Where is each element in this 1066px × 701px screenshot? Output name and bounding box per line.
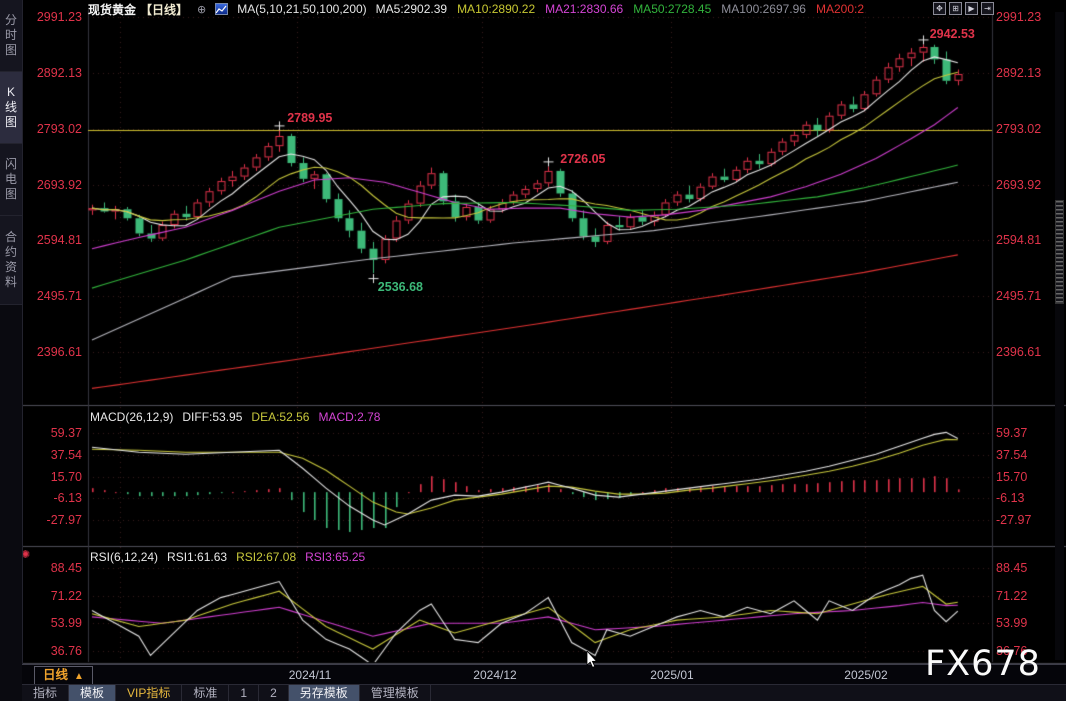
rsi-header: RSI(6,12,24) RSI1:61.63 RSI2:67.08 RSI3:65… (90, 549, 365, 564)
date-tick-label: 2025/02 (844, 668, 887, 682)
chart-type-icon[interactable] (215, 3, 228, 15)
charting-app: 分时图 K线图闪电图合约资料 现货黄金【日线】 ⊕ MA(5,10,21,50,1… (0, 0, 1066, 701)
ma-legend-item: MA10:2890.22 (457, 2, 535, 16)
sidebar: 分时图 K线图闪电图合约资料 (0, 0, 23, 701)
toolbar-item-VIP指标[interactable]: VIP指标 (116, 685, 182, 701)
sidebar-tab-合约资料[interactable]: 合约资料 (0, 216, 22, 305)
timeline-bar: 日线 ▲ 2024/11 2024/12 2025/01 2025/02 (22, 664, 1066, 685)
chart-scrollbar[interactable] (1055, 12, 1064, 660)
period-selector[interactable]: 日线 ▲ (34, 666, 93, 685)
ma-legend-item: MA100:2697.96 (721, 2, 806, 16)
macd-params-label: MACD(26,12,9) (90, 410, 173, 424)
toolbar-item-管理模板[interactable]: 管理模板 (360, 685, 431, 701)
toolbar-item-另存模板[interactable]: 另存模板 (289, 685, 360, 701)
fit-scale-icon[interactable]: ⊞ (949, 2, 962, 15)
chart-header: 现货黄金【日线】 ⊕ MA(5,10,21,50,100,200) MA5:29… (88, 1, 865, 17)
mouse-cursor (586, 651, 598, 669)
indicator-value-label: RSI2:67.08 (236, 550, 296, 564)
period-tag: 【日线】 (140, 1, 188, 18)
sidebar-tab-K线图[interactable]: K线图 (0, 72, 22, 144)
ma-legend-item: MA5:2902.39 (376, 2, 447, 16)
sidebar-tab-label: 合约资料 (4, 230, 18, 290)
date-tick-label: 2025/01 (650, 668, 693, 682)
date-tick-label: 2024/11 (289, 668, 332, 682)
sidebar-tab-label: 闪电图 (4, 157, 18, 202)
indicator-value-label: RSI1:61.63 (167, 550, 227, 564)
toolbar-item-标准[interactable]: 标准 (182, 685, 229, 701)
indicator-value-label: MACD:2.78 (318, 410, 380, 424)
sidebar-tab-闪电图[interactable]: 闪电图 (0, 144, 22, 216)
window-controls: ✥⊞▶⇥ (933, 2, 994, 15)
ma-legend-item: MA200:2 (816, 2, 864, 16)
sidebar-tab-label: K线图 (4, 85, 18, 130)
toolbar-item-2[interactable]: 2 (259, 685, 289, 701)
sidebar-tab-label: 分时图 (4, 13, 18, 58)
ma-legend-item: MA21:2830.66 (545, 2, 623, 16)
toolbar-item-1[interactable]: 1 (229, 685, 259, 701)
expand-icon[interactable]: ⊕ (197, 3, 206, 16)
watermark: FX678 (925, 644, 1041, 684)
date-tick-label: 2024/12 (473, 668, 516, 682)
sidebar-tab-分时图[interactable]: 分时图 (0, 0, 22, 72)
macd-header: MACD(26,12,9) DIFF:53.95 DEA:52.56 MACD:2.… (90, 409, 380, 424)
ma-legend: MA5:2902.39 MA10:2890.22 MA21:2830.66 MA50:… (376, 2, 865, 16)
indicator-value-label: RSI3:65.25 (305, 550, 365, 564)
toolbar-item-模板[interactable]: 模板 (69, 685, 116, 701)
pan-icon[interactable]: ✥ (933, 2, 946, 15)
play-forward-icon[interactable]: ▶ (965, 2, 978, 15)
goto-latest-icon[interactable]: ⇥ (981, 2, 994, 15)
ma-settings-label: MA(5,10,21,50,100,200) (237, 2, 366, 16)
chart-canvas (0, 0, 1066, 701)
indicator-value-label: DIFF:53.95 (182, 410, 242, 424)
symbol-title: 现货黄金 (88, 1, 136, 18)
period-label: 日线 (43, 668, 68, 682)
triangle-up-icon: ▲ (74, 671, 84, 682)
bottom-toolbar: 指标模板VIP指标标准12另存模板管理模板 (22, 684, 1066, 701)
toolbar-item-指标[interactable]: 指标 (22, 685, 69, 701)
rsi-params-label: RSI(6,12,24) (90, 550, 158, 564)
ma-legend-item: MA50:2728.45 (633, 2, 711, 16)
scrollbar-thumb[interactable] (1055, 200, 1064, 304)
indicator-value-label: DEA:52.56 (251, 410, 309, 424)
